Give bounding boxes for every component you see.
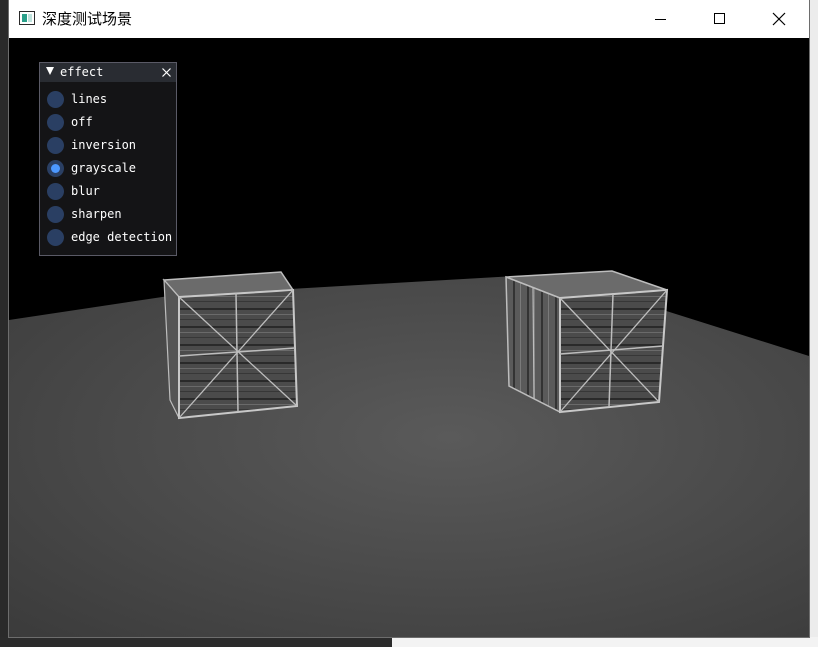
background-desktop-right [810,0,818,647]
radio-button[interactable] [47,136,64,154]
radio-button[interactable] [47,113,64,131]
background-desktop-left [0,0,9,640]
radio-button[interactable] [47,228,64,246]
render-viewport[interactable]: effect lines off inversion grayscale blu… [9,38,809,637]
app-icon [19,11,35,25]
minimize-button[interactable] [632,0,690,38]
radio-button[interactable] [47,90,64,108]
radio-option-blur[interactable]: blur [47,181,100,201]
close-icon [161,68,171,77]
radio-option-lines[interactable]: lines [47,89,107,109]
radio-label: edge detection [71,230,173,244]
close-icon [772,12,786,26]
close-button[interactable] [750,0,808,38]
panel-close-button[interactable] [158,63,174,82]
background-desktop-bottom [0,637,818,647]
maximize-button[interactable] [691,0,749,38]
radio-button-selected[interactable] [47,159,64,177]
radio-option-sharpen[interactable]: sharpen [47,204,122,224]
window-title: 深度测试场景 [42,10,133,28]
crate-right [505,270,669,414]
radio-label: lines [71,92,108,106]
radio-option-off[interactable]: off [47,112,93,132]
panel-header[interactable]: effect [40,63,176,82]
radio-button[interactable] [47,182,64,200]
floor-plane [9,274,809,637]
radio-label: inversion [71,138,137,152]
radio-label: grayscale [71,161,137,175]
radio-button[interactable] [47,205,64,223]
radio-label: sharpen [71,207,122,221]
app-window: 深度测试场景 effect lines off inversion graysc… [9,0,809,637]
radio-option-inversion[interactable]: inversion [47,135,136,155]
effect-panel: effect lines off inversion grayscale blu… [39,62,177,256]
maximize-icon [714,13,725,24]
minimize-icon [655,19,666,20]
panel-title: effect [60,65,104,79]
radio-label: blur [71,184,100,198]
radio-label: off [71,115,93,129]
radio-option-grayscale[interactable]: grayscale [47,158,136,178]
radio-option-edge-detection[interactable]: edge detection [47,227,172,247]
title-bar[interactable]: 深度测试场景 [9,0,809,38]
crate-left [162,271,299,420]
collapse-triangle-icon[interactable] [46,67,54,75]
